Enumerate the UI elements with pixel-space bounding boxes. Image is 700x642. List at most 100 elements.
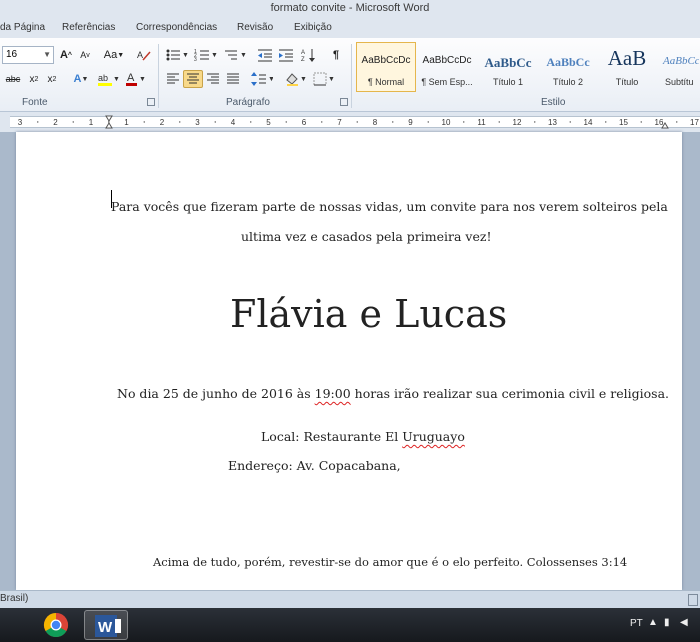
ruler-tick: [605, 121, 607, 123]
ruler-number: 1: [124, 118, 129, 127]
date-time: 19:00: [314, 386, 351, 401]
ruler-tick: [285, 121, 287, 123]
hanging-indent-marker[interactable]: [105, 122, 113, 129]
document-page[interactable]: Para vocês que fizeram parte de nossas v…: [16, 132, 682, 590]
taskbar-partial-button[interactable]: [0, 610, 28, 640]
ribbon-tabs: da Página Referências Correspondências R…: [0, 18, 700, 38]
document-area: Para vocês que fizeram parte de nossas v…: [0, 132, 700, 590]
font-size-select[interactable]: 16 ▼: [2, 46, 54, 64]
clear-formatting-icon[interactable]: A: [136, 46, 152, 64]
tab-review[interactable]: Revisão: [237, 22, 273, 33]
status-bar: Brasil): [0, 590, 700, 608]
line-spacing-icon[interactable]: ▼: [250, 70, 274, 88]
ruler-number: 2: [160, 118, 165, 127]
style-normal[interactable]: AaBbCcDc ¶ Normal: [356, 42, 416, 92]
paragraph-dialog-launcher-icon[interactable]: [340, 98, 348, 106]
date-prefix: No dia 25 de junho de 2016 às: [117, 386, 315, 401]
ruler-tick: [640, 121, 642, 123]
style-preview: AaB: [607, 46, 647, 70]
increase-indent-icon[interactable]: [277, 46, 295, 64]
ruler-number: 1: [89, 118, 94, 127]
invite-line-1: Para vocês que fizeram parte de nossas v…: [111, 199, 668, 214]
volume-icon[interactable]: ◀: [680, 617, 688, 628]
style-preview: AaBbCc: [546, 55, 590, 69]
sort-icon[interactable]: AZ: [300, 46, 318, 64]
tab-references[interactable]: Referências: [62, 22, 115, 33]
ruler-number: 15: [619, 118, 628, 127]
tab-page-layout[interactable]: da Página: [0, 22, 45, 33]
ruler-tick: [321, 121, 323, 123]
styles-gallery: AaBbCcDc ¶ Normal AaBbCcDc ¶ Sem Esp... …: [354, 42, 700, 94]
style-preview: AaBbCcDc: [361, 55, 411, 66]
chrome-taskbar-button[interactable]: [36, 610, 76, 640]
show-formatting-icon[interactable]: ¶: [328, 46, 344, 64]
borders-icon[interactable]: ▼: [312, 70, 336, 88]
align-center-icon[interactable]: [183, 70, 203, 88]
multilevel-list-icon[interactable]: ▼: [222, 46, 248, 64]
ruler-number: 3: [18, 118, 23, 127]
svg-text:▼: ▼: [113, 76, 119, 83]
ruler-number: 8: [373, 118, 378, 127]
language-status[interactable]: Brasil): [0, 593, 28, 604]
styles-group-label: Estilo: [541, 97, 566, 108]
ruler-tick: [569, 121, 571, 123]
change-case-label: Aa: [103, 49, 118, 61]
svg-text:▼: ▼: [139, 76, 145, 83]
superscript-button[interactable]: x2: [44, 70, 60, 88]
word-icon: W: [95, 615, 121, 637]
network-icon[interactable]: ▮: [664, 617, 670, 628]
style-no-spacing[interactable]: AaBbCcDc ¶ Sem Esp...: [417, 42, 477, 92]
invite-line-2: ultima vez e casados pela primeira vez!: [241, 229, 492, 244]
font-color-button[interactable]: A ▼: [124, 70, 146, 88]
justify-icon[interactable]: [224, 70, 242, 88]
font-dialog-launcher-icon[interactable]: [147, 98, 155, 106]
ruler-marks: 3 2 1 1 2 3 4 5 6 7 8 9 10 11 12 13 14 15 16 17: [18, 115, 699, 129]
highlight-button[interactable]: ab ▼: [96, 70, 120, 88]
highlighter-icon: ab ▼: [98, 73, 119, 86]
bullets-icon[interactable]: ▼: [164, 46, 190, 64]
indent-marker[interactable]: [105, 115, 113, 122]
page-view-icon[interactable]: [688, 594, 698, 606]
tab-mailings[interactable]: Correspondências: [136, 22, 217, 33]
svg-text:A: A: [127, 72, 135, 84]
language-indicator[interactable]: PT: [630, 618, 643, 629]
shrink-font-button[interactable]: Av: [77, 46, 93, 64]
style-subtitle[interactable]: AaBbCcL Subtítu: [656, 42, 700, 92]
svg-text:▼: ▼: [268, 76, 273, 83]
style-preview: AaBbCcL: [663, 55, 699, 67]
svg-text:A: A: [301, 50, 305, 56]
align-right-icon[interactable]: [204, 70, 222, 88]
address-line: Endereço: Av. Copacabana,: [228, 458, 401, 473]
style-heading-2[interactable]: AaBbCc Título 2: [538, 42, 598, 92]
location-prefix: Local: Restaurante El: [261, 429, 403, 444]
style-name: ¶ Sem Esp...: [421, 77, 473, 87]
shading-icon[interactable]: ▼: [284, 70, 308, 88]
change-case-button[interactable]: Aa ▼: [101, 46, 127, 64]
horizontal-ruler[interactable]: 3 2 1 1 2 3 4 5 6 7 8 9 10 11 12 13 14 15 16 17: [0, 112, 700, 132]
svg-text:▼: ▼: [240, 52, 247, 59]
tab-view[interactable]: Exibição: [294, 22, 332, 33]
ruler-tick: [498, 121, 500, 123]
subscript-button[interactable]: x2: [26, 70, 42, 88]
ruler-tick: [37, 121, 39, 123]
svg-text:▼: ▼: [328, 76, 335, 83]
word-taskbar-button[interactable]: W: [84, 610, 128, 640]
tray-arrow-icon[interactable]: ▲: [648, 617, 658, 628]
taskbar: W PT ▲ ▮ ◀: [0, 608, 700, 642]
style-title[interactable]: AaB Título: [597, 42, 657, 92]
ruler-tick: [356, 121, 358, 123]
strikethrough-button[interactable]: abc: [4, 70, 22, 88]
title-bar: formato convite - Microsoft Word: [0, 0, 700, 18]
window-title: formato convite - Microsoft Word: [270, 2, 430, 14]
numbering-icon[interactable]: 1 2 3 ▼: [193, 46, 219, 64]
style-name: Título: [615, 77, 639, 87]
style-heading-1[interactable]: AaBbCc Título 1: [478, 42, 538, 92]
text-effects-button[interactable]: A ▼: [70, 70, 92, 88]
grow-font-button[interactable]: A ^: [58, 46, 74, 64]
align-left-icon[interactable]: [164, 70, 182, 88]
ruler-number: 3: [195, 118, 200, 127]
ruler-number: 7: [337, 118, 342, 127]
ruler-number: 11: [477, 118, 486, 127]
ruler-number: 5: [266, 118, 271, 127]
decrease-indent-icon[interactable]: [256, 46, 274, 64]
